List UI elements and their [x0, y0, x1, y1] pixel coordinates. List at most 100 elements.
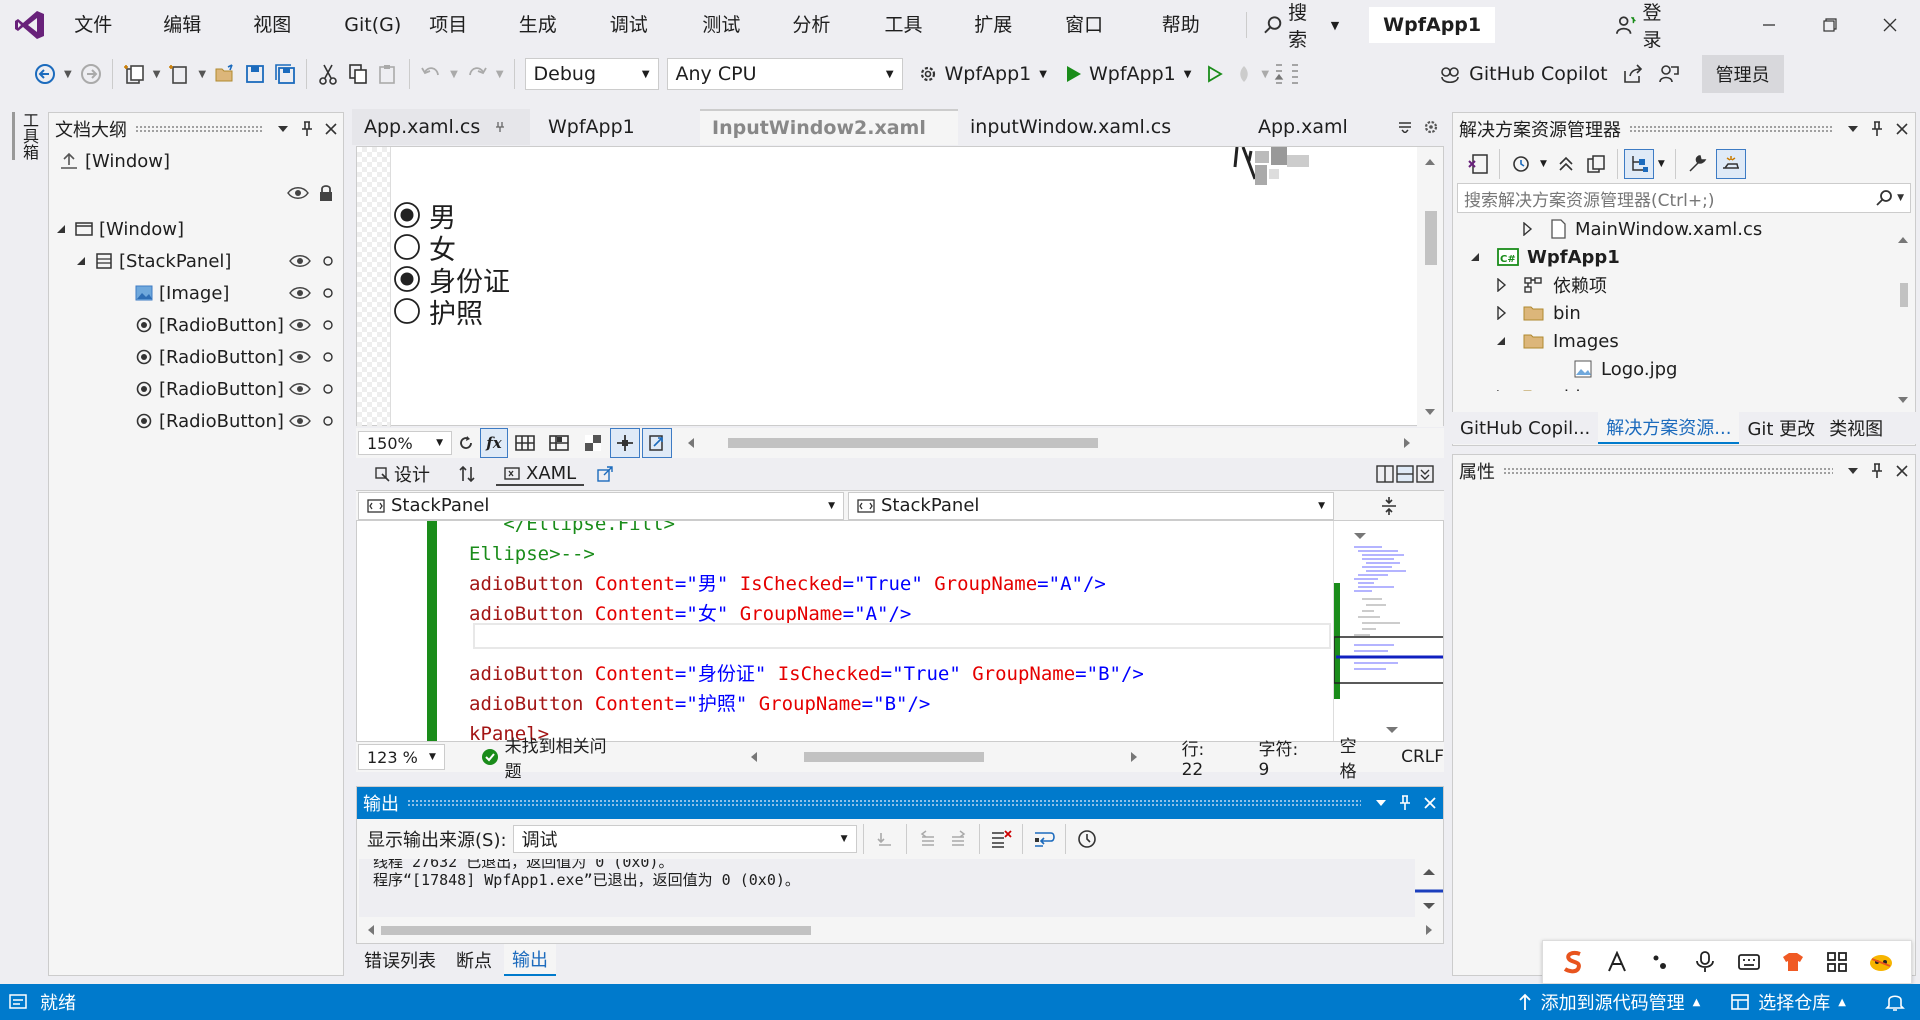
run-without-debug-button[interactable]: [1199, 59, 1229, 89]
editor-zoom-select[interactable]: 123 % ▼: [358, 744, 445, 770]
designer-vscrollbar[interactable]: [1417, 147, 1443, 427]
font-icon[interactable]: [1602, 947, 1632, 977]
tab-git-changes[interactable]: Git 更改: [1739, 415, 1823, 441]
xaml-code-editor[interactable]: </Ellipse.Fill> Ellipse>--> adioButton Con…: [356, 520, 1444, 742]
mascot-icon[interactable]: [1866, 947, 1896, 977]
collapse-arrow-icon[interactable]: [1495, 334, 1507, 348]
horizontal-split-icon[interactable]: [1396, 465, 1414, 483]
startup-project-button[interactable]: WpfApp1 ▼: [917, 63, 1047, 85]
tab-output[interactable]: 输出: [504, 944, 556, 976]
close-icon[interactable]: [1889, 114, 1915, 144]
eye-icon[interactable]: [289, 254, 311, 268]
pin-icon[interactable]: [295, 114, 319, 144]
notification-bell-icon[interactable]: [1884, 991, 1906, 1013]
switch-views-icon[interactable]: [1463, 149, 1493, 179]
output-source-select[interactable]: 调试 ▼: [512, 825, 857, 853]
history-icon[interactable]: [1506, 149, 1536, 179]
designer-hscrollbar[interactable]: [704, 436, 1394, 450]
fx-effects-button[interactable]: fx: [480, 428, 508, 458]
copilot-button[interactable]: GitHub Copilot: [1439, 63, 1608, 85]
popout-xaml-icon[interactable]: [590, 459, 620, 489]
feedback-icon[interactable]: [1654, 59, 1684, 89]
radio-button[interactable]: 男: [393, 199, 510, 234]
expand-arrow-icon[interactable]: [1495, 306, 1507, 320]
output-vscrollbar[interactable]: [1415, 859, 1443, 917]
tab-wpfapp1[interactable]: WpfApp1: [530, 109, 700, 145]
lock-toggle-icon[interactable]: [321, 318, 335, 332]
close-window-button[interactable]: [1860, 0, 1920, 50]
pin-icon[interactable]: [1865, 456, 1889, 486]
dropdown-icon[interactable]: [1841, 456, 1865, 486]
tab-class-view[interactable]: 类视图: [1823, 415, 1889, 441]
designer-zoom-select[interactable]: 150% ▼: [358, 431, 452, 455]
tab-solution-explorer[interactable]: 解决方案资源...: [1598, 412, 1740, 444]
preview-selected-icon[interactable]: [1715, 149, 1746, 179]
tab-error-list[interactable]: 错误列表: [356, 947, 444, 973]
restore-button[interactable]: [1800, 0, 1860, 50]
tab-settings-gear-icon[interactable]: [1418, 112, 1444, 142]
solution-item[interactable]: 依赖项: [1453, 271, 1607, 299]
scroll-left-icon[interactable]: [748, 750, 760, 764]
menu-item[interactable]: 编辑(E): [149, 0, 239, 86]
lock-toggle-icon[interactable]: [321, 382, 335, 396]
tab-app-xaml[interactable]: App.xaml: [1218, 109, 1378, 145]
expand-arrow-icon[interactable]: [55, 223, 67, 235]
platform-select[interactable]: Any CPU ▼: [666, 58, 903, 90]
close-icon[interactable]: [319, 114, 343, 144]
vs-logo-icon[interactable]: [0, 0, 60, 50]
snap-grid-icon[interactable]: [542, 428, 576, 458]
editor-hscrollbar[interactable]: [764, 750, 1124, 764]
close-icon[interactable]: [1889, 456, 1915, 486]
split-adjust-icon[interactable]: [1374, 491, 1404, 521]
xaml-designer-surface[interactable]: 男女身份证 护照: [356, 146, 1444, 427]
collapse-arrow-icon[interactable]: [1469, 250, 1481, 264]
lock-toggle-icon[interactable]: [321, 254, 335, 268]
paste-icon[interactable]: [373, 59, 403, 89]
grid-icon[interactable]: [508, 428, 542, 458]
hot-reload-icon[interactable]: [1229, 59, 1259, 89]
scope-right-select[interactable]: StackPanel ▼: [848, 491, 1334, 520]
login-button[interactable]: 登录: [1615, 0, 1679, 52]
properties-wrench-icon[interactable]: [1682, 149, 1712, 179]
tab-list-dropdown-icon[interactable]: [1392, 112, 1418, 142]
expand-arrow-icon[interactable]: [1495, 390, 1507, 391]
expand-arrow-icon[interactable]: [1495, 278, 1507, 292]
eye-icon[interactable]: [289, 318, 311, 332]
outline-node[interactable]: [Image]: [49, 277, 343, 309]
eye-icon[interactable]: [289, 286, 311, 300]
menu-item[interactable]: 生成(B): [505, 0, 596, 86]
solution-item[interactable]: obj: [1453, 383, 1580, 391]
search-button[interactable]: 搜索 ▼: [1253, 2, 1349, 51]
output-hscrollbar[interactable]: [365, 921, 1435, 939]
menu-item[interactable]: 项目(P): [415, 0, 505, 86]
scroll-left-icon[interactable]: [684, 436, 698, 450]
microphone-icon[interactable]: [1690, 947, 1720, 977]
collapse-all-icon[interactable]: [1551, 149, 1581, 179]
add-to-source-control[interactable]: 添加到源代码管理 ▲: [1517, 989, 1700, 1015]
redo-icon[interactable]: [462, 59, 492, 89]
outline-node[interactable]: [RadioButton]: [49, 373, 343, 405]
open-folder-icon[interactable]: [210, 59, 240, 89]
expand-arrow-icon[interactable]: [1521, 222, 1533, 236]
dropdown-icon[interactable]: [1841, 114, 1865, 144]
menu-item[interactable]: 测试(S): [688, 0, 778, 86]
issues-status[interactable]: 未找到相关问题: [505, 732, 622, 782]
new-project-button[interactable]: [119, 59, 149, 89]
menu-item[interactable]: Git(G): [330, 0, 415, 50]
solution-item[interactable]: C# WpfApp1: [1453, 243, 1620, 271]
next-message-icon[interactable]: [943, 824, 973, 854]
output-text-area[interactable]: 线程 27632 已退出，返回值为 0 (0x0)。 程序“[17848] Wp…: [359, 859, 1415, 917]
tab-github-copilot[interactable]: GitHub Copil...: [1452, 418, 1598, 439]
outline-node[interactable]: [RadioButton]: [49, 341, 343, 373]
design-view-tab[interactable]: 设计: [356, 461, 442, 487]
minimize-button[interactable]: [1739, 0, 1799, 50]
menu-item[interactable]: 窗口(W): [1051, 0, 1148, 86]
pin-icon[interactable]: [1865, 114, 1889, 144]
solution-search-box[interactable]: 搜索解决方案资源管理器(Ctrl+;) ▼: [1457, 183, 1911, 213]
menu-item[interactable]: 文件(F): [60, 0, 149, 86]
radio-button[interactable]: 女: [393, 231, 510, 266]
eye-icon[interactable]: [289, 414, 311, 428]
save-icon[interactable]: [240, 59, 270, 89]
outline-node[interactable]: [RadioButton]: [49, 309, 343, 341]
tab-app-xaml-cs[interactable]: App.xaml.cs: [352, 109, 530, 145]
